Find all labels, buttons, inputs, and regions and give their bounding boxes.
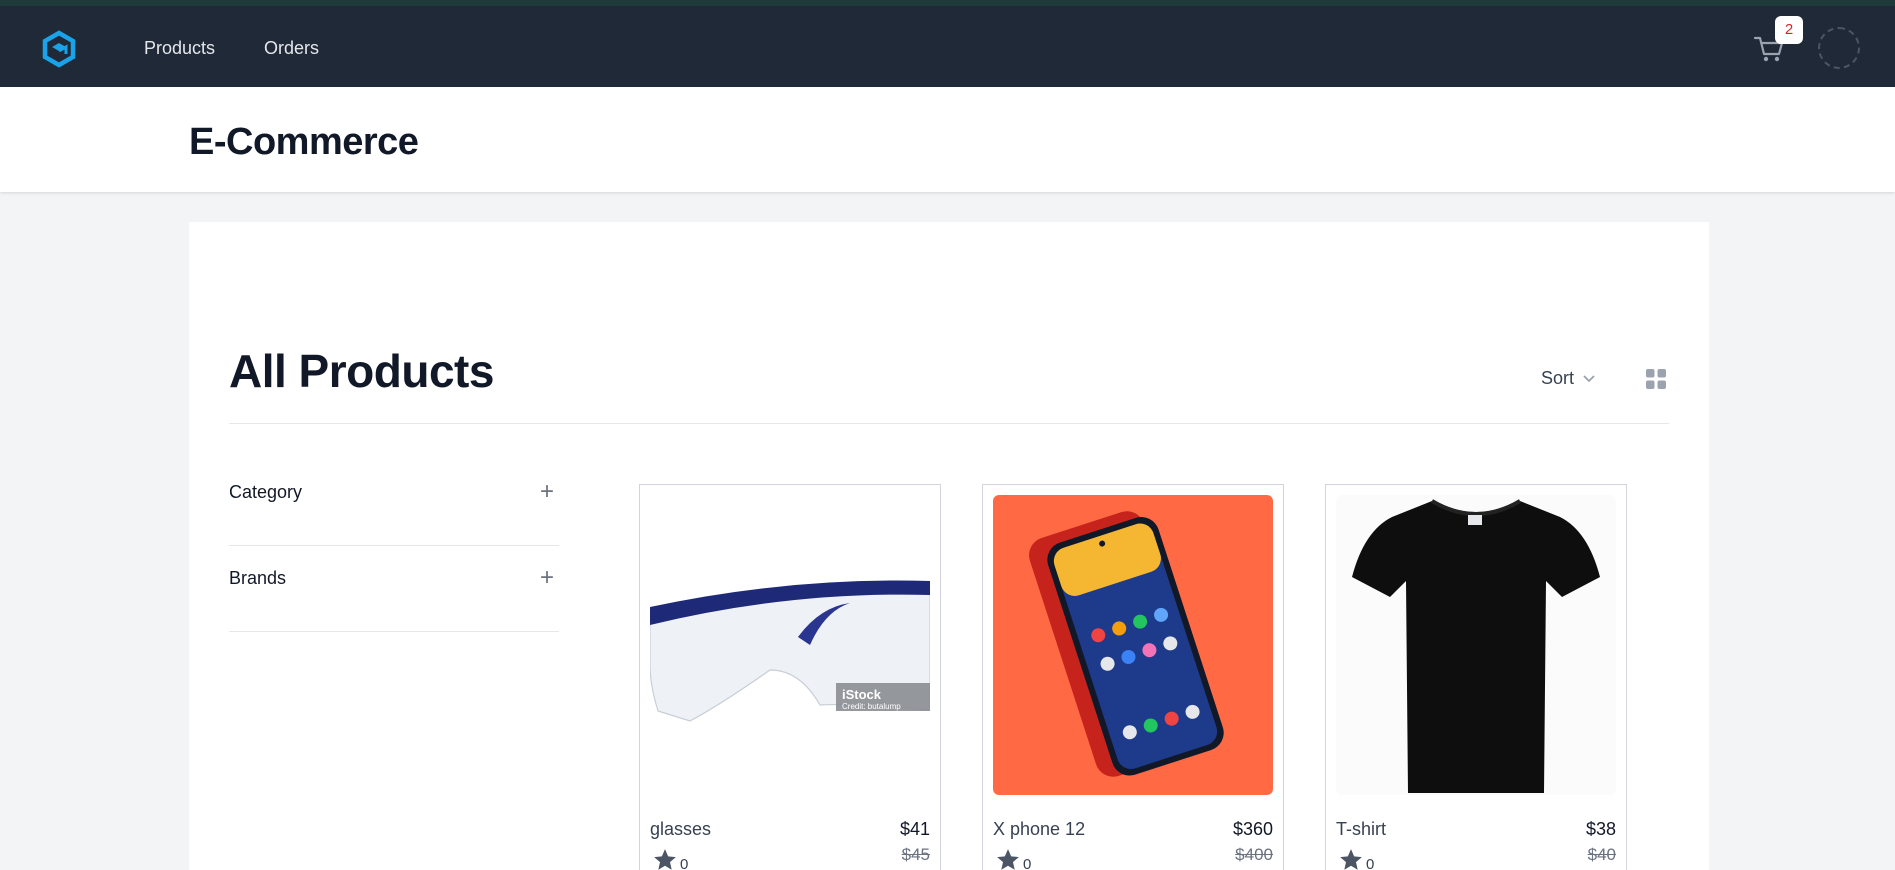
rating-count: 0 bbox=[680, 856, 689, 870]
product-name: glasses bbox=[650, 819, 712, 839]
product-price: $360 bbox=[1232, 819, 1273, 839]
rating-count: 0 bbox=[1366, 856, 1375, 870]
plus-icon: + bbox=[539, 478, 554, 505]
product-image-phone bbox=[993, 495, 1273, 795]
star-icon bbox=[1340, 849, 1362, 870]
star-icon bbox=[654, 849, 676, 870]
user-avatar[interactable] bbox=[1818, 27, 1860, 69]
product-price: $38 bbox=[1585, 819, 1616, 839]
product-name: X phone 12 bbox=[993, 819, 1086, 839]
product-card[interactable]: T-shirt $38 $40 0 bbox=[1325, 484, 1627, 870]
section-divider bbox=[229, 423, 1669, 424]
filter-category-label: Category bbox=[229, 482, 303, 502]
section-title: All Products bbox=[229, 345, 494, 397]
chevron-down-icon bbox=[1583, 374, 1595, 382]
products-panel: All Products Sort Category + Brands + iS bbox=[189, 222, 1709, 870]
page-header: E-Commerce bbox=[0, 87, 1895, 192]
product-old-price: $45 bbox=[901, 845, 930, 864]
nav-products-link[interactable]: Products bbox=[144, 38, 215, 59]
watermark-text: iStock bbox=[842, 687, 882, 702]
plus-icon: + bbox=[539, 564, 554, 591]
product-card[interactable]: X phone 12 $360 $400 0 bbox=[982, 484, 1284, 870]
product-image-glasses: iStock Credit: butalump bbox=[650, 495, 930, 795]
filter-brands[interactable]: Brands + bbox=[229, 546, 559, 632]
product-price: $41 bbox=[899, 819, 930, 839]
watermark-credit: Credit: butalump bbox=[842, 702, 901, 711]
product-rating: 0 bbox=[650, 847, 688, 870]
product-old-price: $400 bbox=[1235, 845, 1273, 864]
product-rating: 0 bbox=[1336, 847, 1374, 870]
product-card[interactable]: iStock Credit: butalump glasses $41 $45 … bbox=[639, 484, 941, 870]
page-title: E-Commerce bbox=[189, 121, 419, 163]
cart-count-badge: 2 bbox=[1775, 16, 1803, 44]
nav-orders-link[interactable]: Orders bbox=[264, 38, 319, 59]
grid-view-icon[interactable] bbox=[1645, 368, 1667, 390]
product-old-price: $40 bbox=[1587, 845, 1616, 864]
navbar: Products Orders 2 bbox=[0, 6, 1895, 87]
rating-count: 0 bbox=[1023, 856, 1032, 870]
star-icon bbox=[997, 849, 1019, 870]
logo-icon[interactable] bbox=[40, 30, 78, 68]
product-image-tshirt bbox=[1336, 495, 1616, 795]
product-rating: 0 bbox=[993, 847, 1031, 870]
product-name: T-shirt bbox=[1336, 819, 1387, 839]
sort-dropdown[interactable]: Sort bbox=[1541, 368, 1596, 389]
filter-category[interactable]: Category + bbox=[229, 460, 559, 546]
filter-brands-label: Brands bbox=[229, 568, 287, 588]
sort-label: Sort bbox=[1541, 368, 1575, 388]
